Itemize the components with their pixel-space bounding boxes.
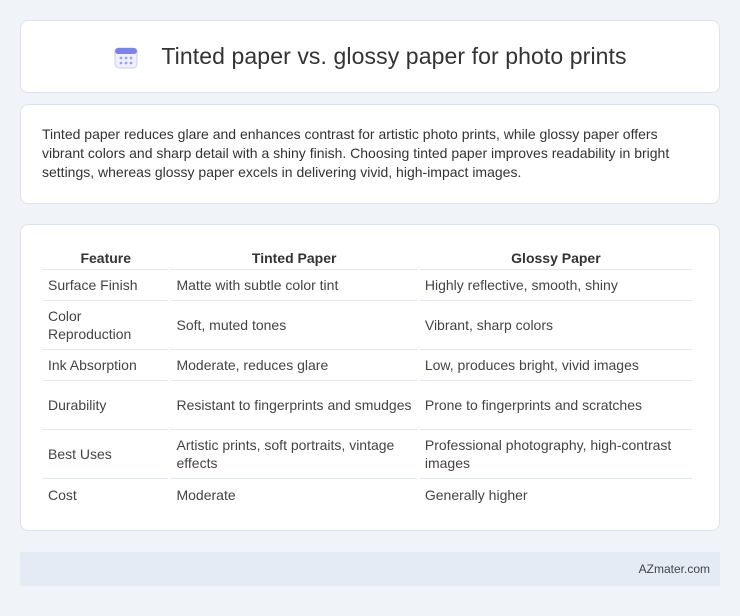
- summary-text: Tinted paper reduces glare and enhances …: [42, 126, 670, 180]
- table-row: Durability Resistant to fingerprints and…: [43, 381, 692, 430]
- cell-feature: Surface Finish: [43, 270, 169, 301]
- footer-bar: AZmater.com: [20, 552, 720, 586]
- cell-glossy: Generally higher: [424, 486, 528, 503]
- cell-tinted: Moderate, reduces glare: [171, 350, 417, 381]
- header-tinted-paper: Tinted Paper: [171, 244, 417, 270]
- cell-glossy: Prone to fingerprints and scratches: [419, 381, 692, 430]
- table-row: Ink Absorption Moderate, reduces glare L…: [43, 350, 692, 381]
- footer-brand-link[interactable]: AZmater.com: [639, 562, 710, 576]
- header-glossy-paper: Glossy Paper: [419, 244, 692, 270]
- cell-feature: Cost: [48, 486, 77, 503]
- comparison-table-card: Feature Tinted Paper Glossy Paper Surfac…: [20, 224, 720, 531]
- summary-card: Tinted paper reduces glare and enhances …: [20, 104, 720, 204]
- cell-tinted: Matte with subtle color tint: [171, 270, 417, 301]
- cell-feature: Color Reproduction: [43, 301, 169, 350]
- cell-feature: Best Uses: [43, 430, 169, 479]
- table-row: Cost Moderate Generally higher: [43, 479, 692, 510]
- cell-tinted: Soft, muted tones: [171, 301, 417, 350]
- title-card: Tinted paper vs. glossy paper for photo …: [20, 20, 720, 93]
- table-row: Color Reproduction Soft, muted tones Vib…: [43, 301, 692, 350]
- cell-glossy: Vibrant, sharp colors: [419, 301, 692, 350]
- cell-feature: Ink Absorption: [43, 350, 169, 381]
- page-title: Tinted paper vs. glossy paper for photo …: [161, 43, 627, 69]
- header-feature: Feature: [43, 244, 169, 270]
- calendar-icon: [113, 44, 139, 70]
- cell-tinted: Artistic prints, soft portraits, vintage…: [171, 430, 417, 479]
- cell-feature: Durability: [43, 381, 169, 430]
- table-row: Best Uses Artistic prints, soft portrait…: [43, 430, 692, 479]
- comparison-table: Feature Tinted Paper Glossy Paper Surfac…: [40, 244, 695, 510]
- cell-tinted: Moderate: [176, 486, 236, 503]
- cell-glossy: Professional photography, high-contrast …: [419, 430, 692, 479]
- table-header-row: Feature Tinted Paper Glossy Paper: [43, 244, 692, 270]
- table-row: Surface Finish Matte with subtle color t…: [43, 270, 692, 301]
- cell-tinted: Resistant to fingerprints and smudges: [171, 381, 417, 430]
- cell-glossy: Low, produces bright, vivid images: [419, 350, 692, 381]
- cell-glossy: Highly reflective, smooth, shiny: [419, 270, 692, 301]
